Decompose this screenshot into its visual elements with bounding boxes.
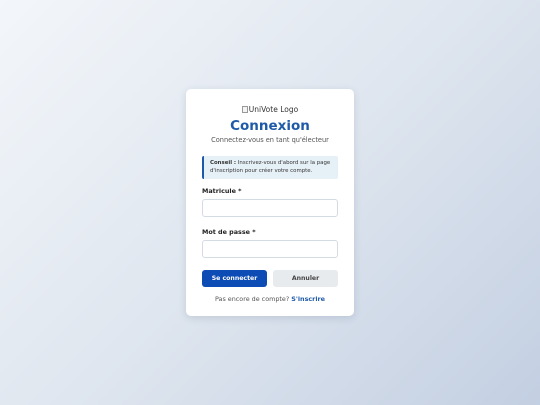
tip-label: Conseil : xyxy=(210,160,237,166)
signup-link[interactable]: S'inscrire xyxy=(291,295,325,303)
signup-prompt: Pas encore de compte? S'inscrire xyxy=(202,295,338,304)
password-input[interactable] xyxy=(202,240,338,258)
button-row: Se connecter Annuler xyxy=(202,270,338,287)
signup-prompt-text: Pas encore de compte? xyxy=(214,295,290,303)
logo-image: UniVote Logo xyxy=(202,105,338,114)
tip-box: Conseil : Inscrivez-vous d'abord sur la … xyxy=(202,156,338,179)
page-title: Connexion xyxy=(230,118,310,134)
login-card: UniVote Logo Connexion Connectez-vous en… xyxy=(186,89,354,316)
matricule-label: Matricule * xyxy=(202,187,242,195)
page-subtitle: Connectez-vous en tant qu'électeur xyxy=(211,136,329,144)
logo-alt-text: UniVote Logo xyxy=(248,105,299,114)
cancel-button[interactable]: Annuler xyxy=(273,270,338,287)
broken-image-icon xyxy=(241,106,248,113)
login-button[interactable]: Se connecter xyxy=(202,270,267,287)
matricule-input[interactable] xyxy=(202,199,338,217)
password-label: Mot de passe * xyxy=(202,228,256,236)
